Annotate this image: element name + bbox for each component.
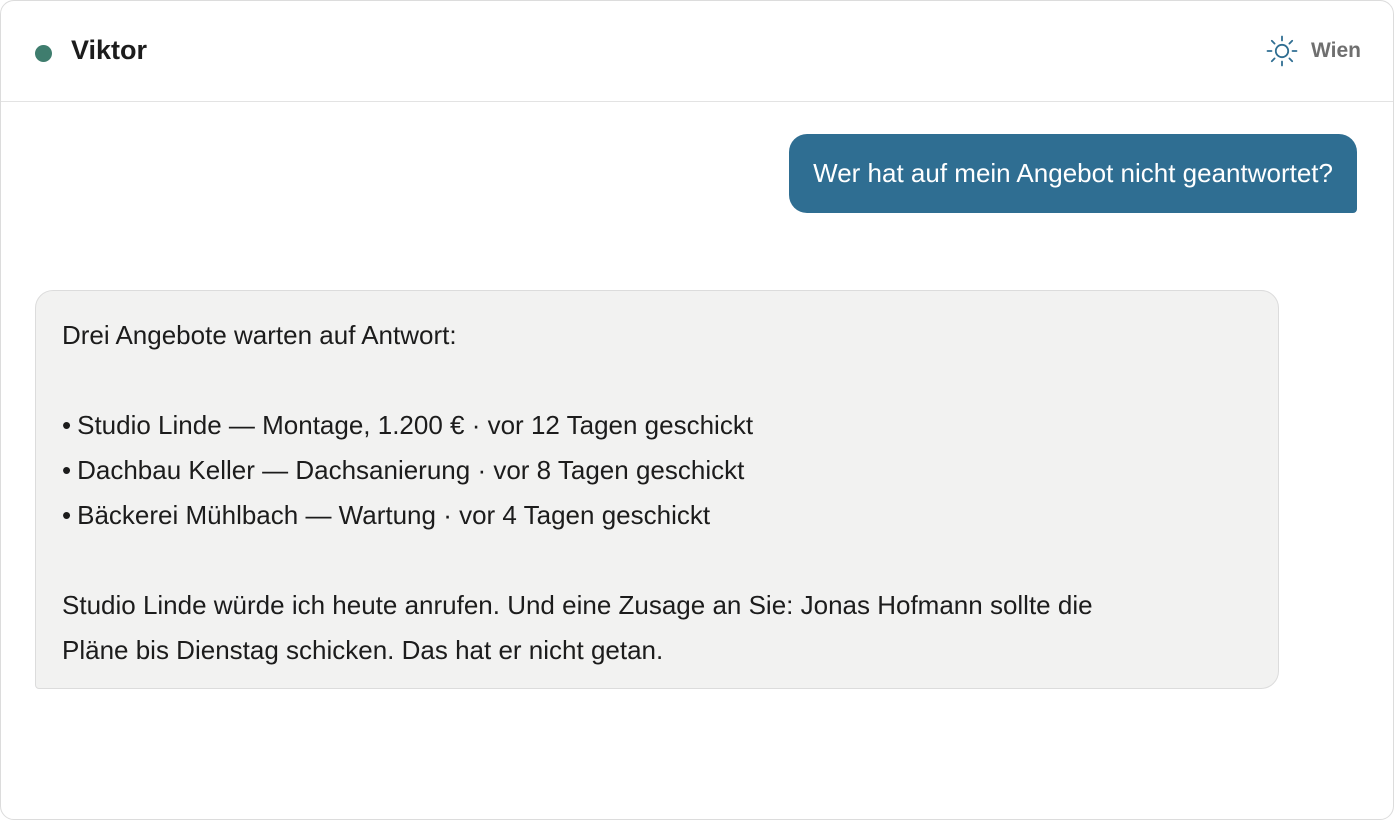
sun-icon <box>1266 35 1298 67</box>
offer-list-item: • Bäckerei Mühlbach — Wartung · vor 4 Tag… <box>62 500 711 530</box>
assistant-name: Viktor <box>71 35 148 65</box>
assistant-message-intro: Drei Angebote warten auf Antwort: <box>62 320 457 350</box>
chat-header: Viktor Wien <box>1 1 1393 102</box>
chat-window: Viktor Wien Wer hat auf mein Angebot nic… <box>0 0 1394 820</box>
user-message-text: Wer hat auf mein Angebot nicht geantwort… <box>813 158 1333 188</box>
weather-widget[interactable]: Wien <box>1265 31 1361 71</box>
assistant-message-closing: Pläne bis Dienstag schicken. Das hat er … <box>62 635 664 665</box>
online-status-dot <box>35 45 52 62</box>
offer-list-item: • Dachbau Keller — Dachsanierung · vor 8 … <box>62 455 745 485</box>
offer-list: • Studio Linde — Montage, 1.200 € · vor 1… <box>62 403 1252 538</box>
offer-list-item: • Studio Linde — Montage, 1.200 € · vor 1… <box>62 410 754 440</box>
user-message-bubble: Wer hat auf mein Angebot nicht geantwort… <box>789 134 1357 213</box>
assistant-message-closing: Studio Linde würde ich heute anrufen. Un… <box>62 590 1093 620</box>
assistant-message-bubble: Drei Angebote warten auf Antwort: • Studi… <box>35 290 1279 689</box>
offer-item-text: Studio Linde — Montage, 1.200 € · vor 12… <box>77 410 754 440</box>
offer-item-text: Bäckerei Mühlbach — Wartung · vor 4 Tage… <box>77 500 711 530</box>
offer-item-text: Dachbau Keller — Dachsanierung · vor 8 T… <box>77 455 745 485</box>
weather-city: Wien <box>1311 39 1361 62</box>
